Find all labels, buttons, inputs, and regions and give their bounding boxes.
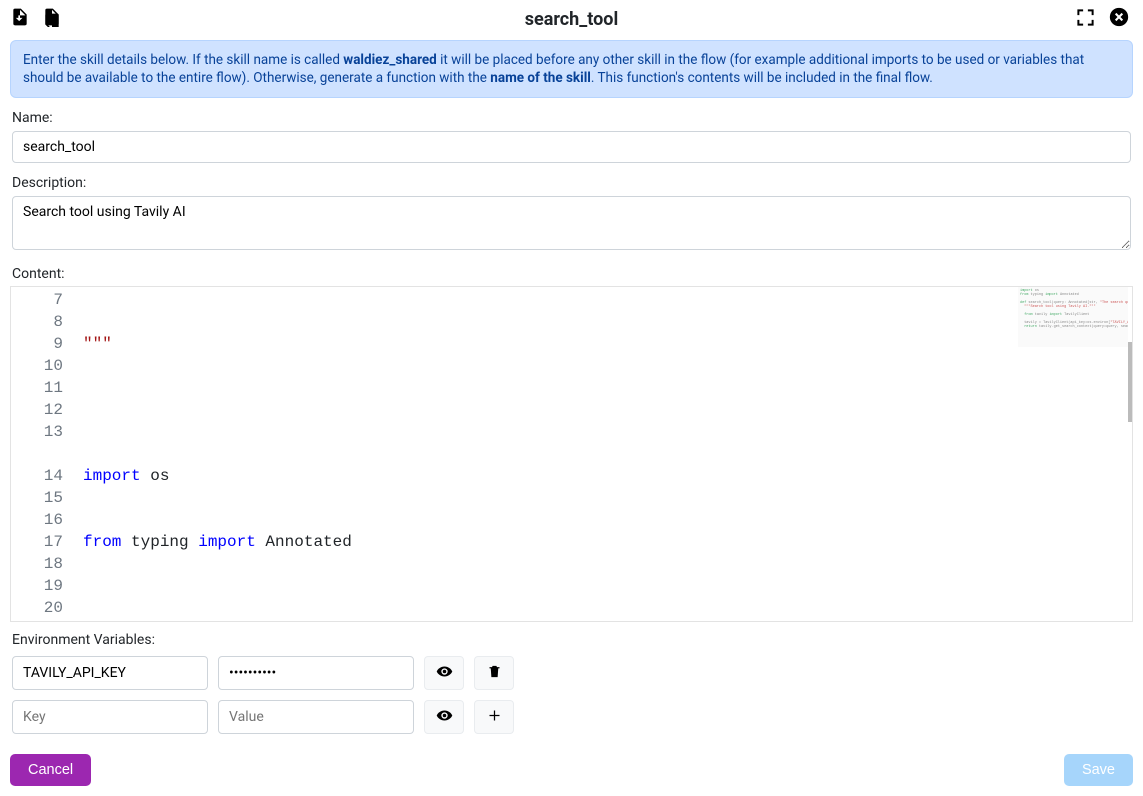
modal-header: search_tool bbox=[0, 0, 1143, 34]
env-value-input-new[interactable] bbox=[218, 700, 414, 734]
fullscreen-icon[interactable] bbox=[1076, 8, 1095, 31]
eye-icon bbox=[436, 707, 453, 727]
delete-env-button-0[interactable] bbox=[474, 656, 514, 690]
trash-icon bbox=[487, 664, 502, 682]
content-label: Content: bbox=[0, 256, 1143, 286]
info-banner: Enter the skill details below. If the sk… bbox=[10, 40, 1133, 98]
close-icon[interactable] bbox=[1109, 7, 1129, 31]
description-label: Description: bbox=[12, 175, 1131, 191]
env-row bbox=[12, 656, 1131, 690]
import-icon[interactable] bbox=[10, 7, 30, 31]
export-icon[interactable] bbox=[42, 7, 62, 31]
line-gutter: 7 8 9 10 11 12 13 14 15 16 17 18 19 20 bbox=[11, 287, 83, 621]
plus-icon bbox=[487, 708, 502, 726]
env-value-input-0[interactable] bbox=[218, 656, 414, 690]
info-bold-2: name of the skill bbox=[490, 70, 591, 86]
name-label: Name: bbox=[12, 110, 1131, 126]
eye-icon bbox=[436, 663, 453, 683]
minimap[interactable]: import os from typing import Annotated d… bbox=[1018, 287, 1128, 347]
toggle-visibility-button-0[interactable] bbox=[424, 656, 464, 690]
env-row-new bbox=[12, 700, 1131, 734]
code-content[interactable]: """ import os from typing import Annotat… bbox=[83, 287, 1132, 621]
code-editor[interactable]: 7 8 9 10 11 12 13 14 15 16 17 18 19 20 "… bbox=[10, 286, 1133, 622]
scroll-thumb[interactable] bbox=[1128, 342, 1132, 422]
env-label: Environment Variables: bbox=[12, 632, 1131, 648]
cancel-button[interactable]: Cancel bbox=[10, 754, 91, 786]
add-env-button[interactable] bbox=[474, 700, 514, 734]
info-text-1: Enter the skill details below. If the sk… bbox=[23, 52, 343, 68]
env-key-input-new[interactable] bbox=[12, 700, 208, 734]
description-textarea[interactable] bbox=[12, 196, 1131, 250]
modal-title: search_tool bbox=[525, 9, 618, 30]
env-key-input-0[interactable] bbox=[12, 656, 208, 690]
info-bold-1: waldiez_shared bbox=[343, 52, 436, 68]
info-text-3: . This function's contents will be inclu… bbox=[591, 70, 933, 86]
modal-footer: Cancel Save bbox=[0, 746, 1143, 796]
save-button[interactable]: Save bbox=[1064, 754, 1133, 786]
toggle-visibility-button-new[interactable] bbox=[424, 700, 464, 734]
name-input[interactable] bbox=[12, 131, 1131, 163]
